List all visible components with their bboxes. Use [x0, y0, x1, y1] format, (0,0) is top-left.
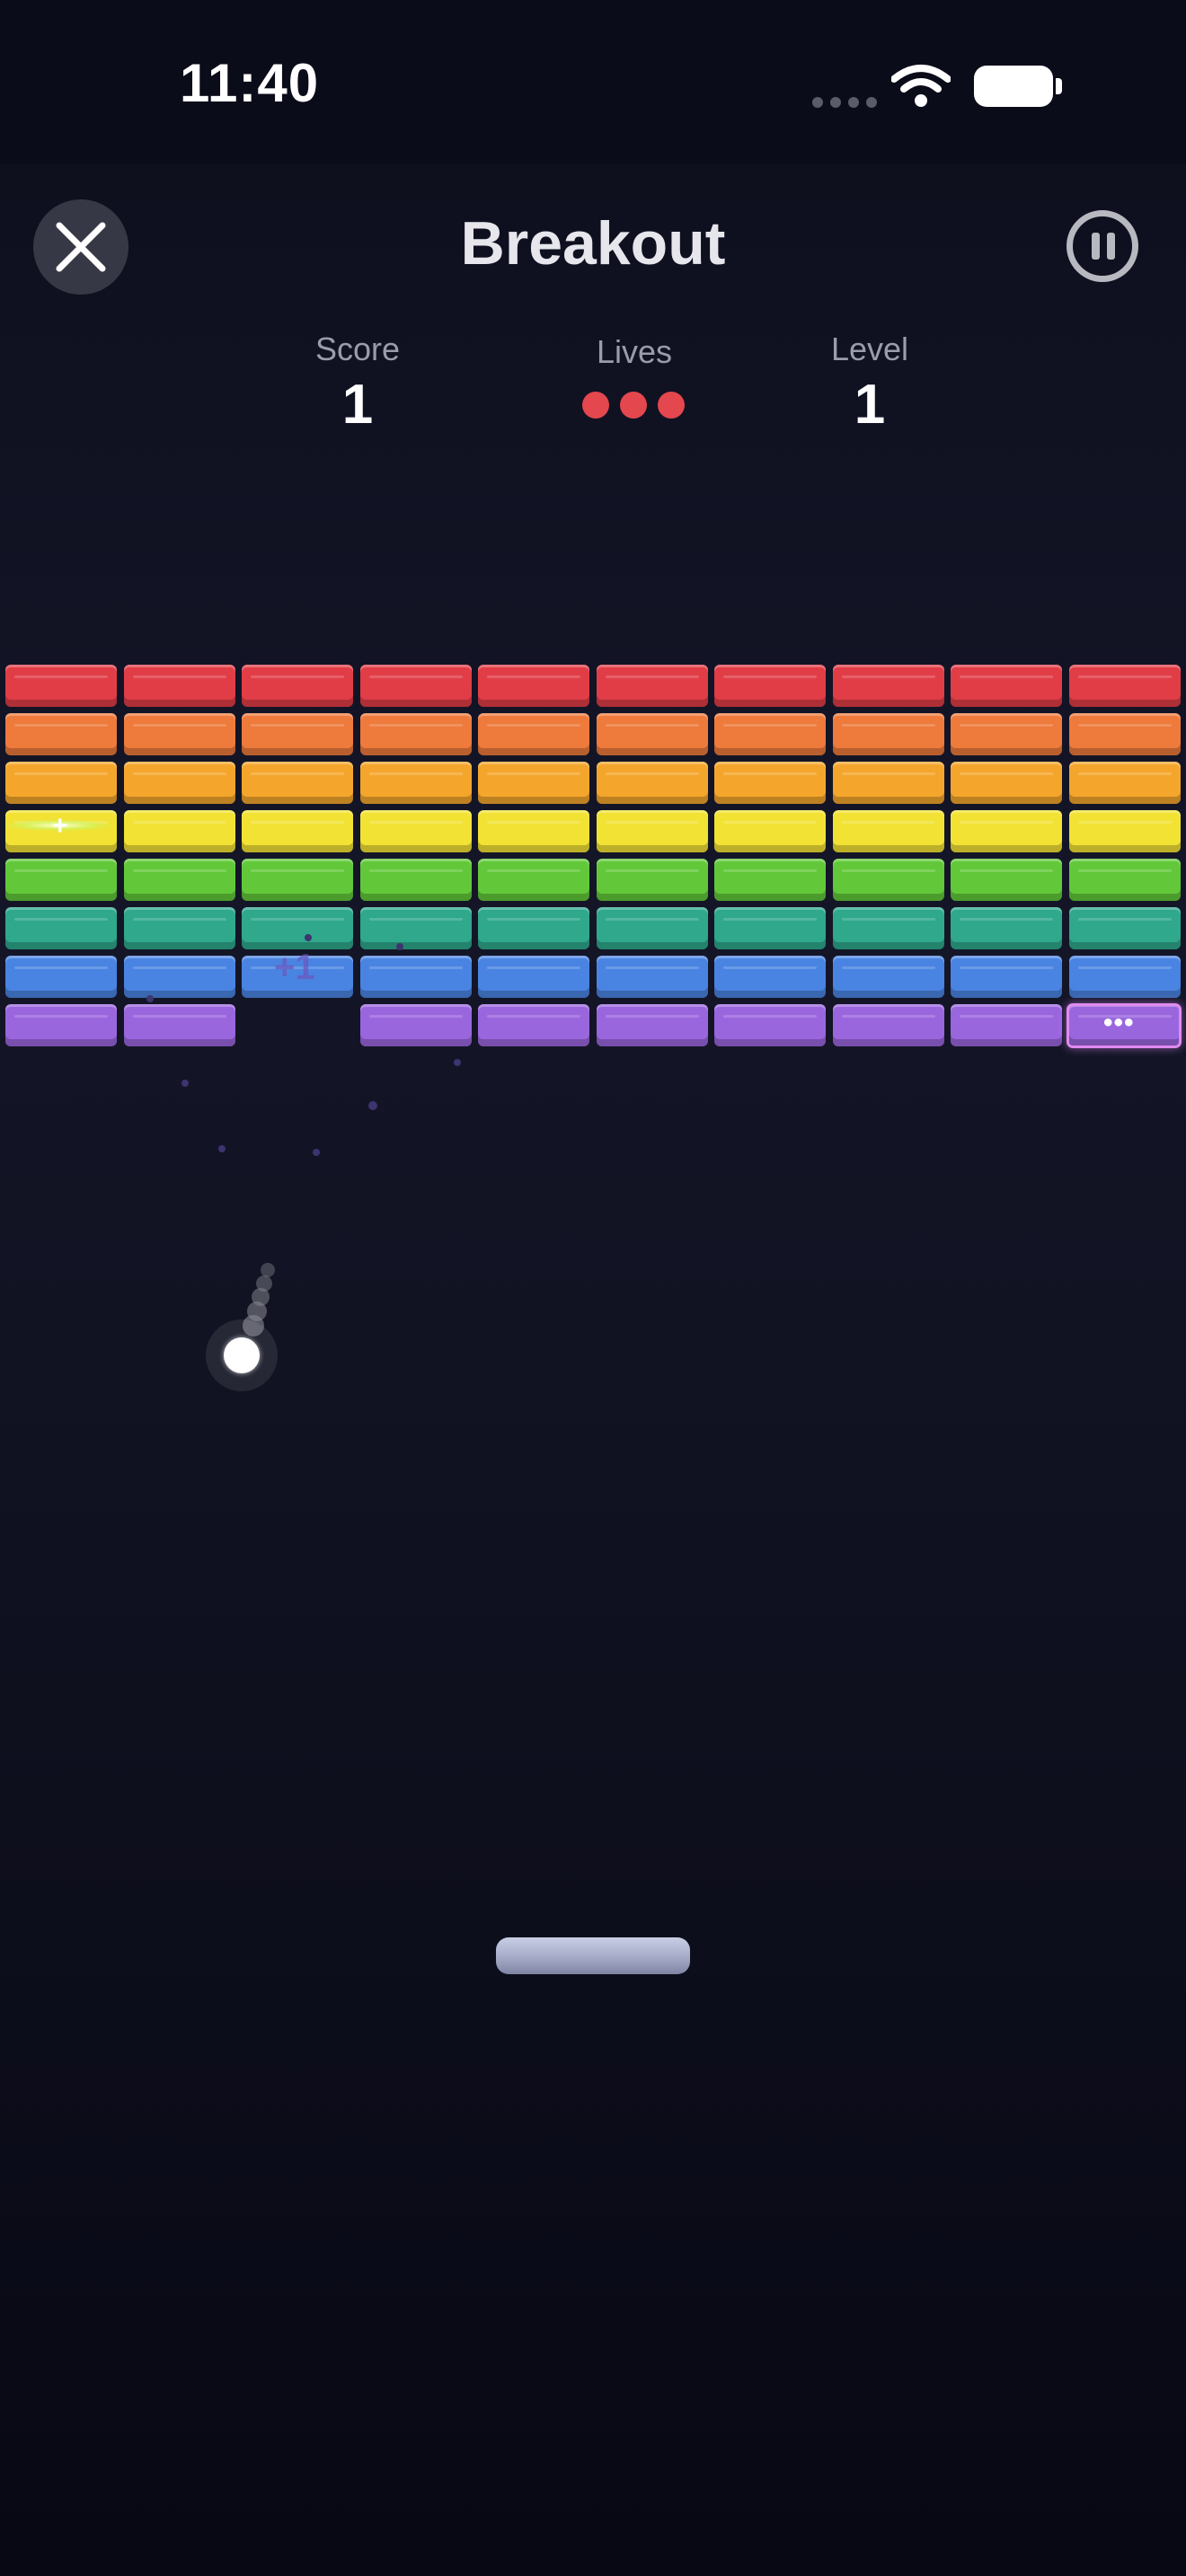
brick — [124, 665, 235, 707]
brick — [714, 859, 826, 901]
brick — [1069, 907, 1181, 949]
brick — [124, 762, 235, 804]
brick — [478, 810, 589, 852]
brick — [597, 907, 708, 949]
floating-score: +1 — [274, 948, 315, 987]
brick — [5, 956, 117, 998]
brick — [242, 713, 353, 755]
brick — [124, 713, 235, 755]
brick — [242, 907, 353, 949]
brick — [833, 762, 944, 804]
particle — [396, 943, 403, 950]
brick — [242, 665, 353, 707]
brick — [360, 859, 472, 901]
brick — [951, 665, 1062, 707]
brick — [833, 907, 944, 949]
brick — [5, 665, 117, 707]
brick — [951, 810, 1062, 852]
particle — [146, 995, 154, 1002]
brick — [124, 810, 235, 852]
brick — [597, 859, 708, 901]
brick — [5, 713, 117, 755]
brick — [478, 713, 589, 755]
brick — [597, 810, 708, 852]
brick — [360, 762, 472, 804]
paddle[interactable] — [496, 1937, 690, 1974]
particle — [305, 934, 312, 941]
brick — [1069, 859, 1181, 901]
brick — [833, 859, 944, 901]
brick — [714, 762, 826, 804]
brick — [360, 713, 472, 755]
brick — [951, 956, 1062, 998]
brick — [597, 956, 708, 998]
brick — [714, 810, 826, 852]
brick — [5, 1004, 117, 1046]
brick — [360, 810, 472, 852]
brick — [951, 762, 1062, 804]
particle — [218, 1145, 226, 1152]
brick — [360, 1004, 472, 1046]
particle — [454, 1059, 461, 1066]
brick — [242, 762, 353, 804]
brick — [242, 810, 353, 852]
ball — [224, 1337, 260, 1373]
brick — [124, 907, 235, 949]
brick — [360, 665, 472, 707]
brick — [478, 859, 589, 901]
brick — [714, 1004, 826, 1046]
brick-field — [0, 0, 1186, 2576]
brick — [597, 713, 708, 755]
brick — [714, 956, 826, 998]
brick — [833, 713, 944, 755]
brick — [242, 859, 353, 901]
brick — [1069, 762, 1181, 804]
particle — [368, 1101, 377, 1110]
brick — [124, 956, 235, 998]
brick — [714, 907, 826, 949]
brick — [833, 665, 944, 707]
brick — [360, 907, 472, 949]
brick — [1069, 713, 1181, 755]
brick — [124, 859, 235, 901]
brick — [478, 665, 589, 707]
brick — [478, 1004, 589, 1046]
brick — [5, 907, 117, 949]
brick — [833, 1004, 944, 1046]
particle — [313, 1149, 320, 1156]
brick — [360, 956, 472, 998]
plus-icon: + — [52, 811, 68, 841]
brick — [5, 762, 117, 804]
brick — [1069, 665, 1181, 707]
multiball-icon: ••• — [1103, 1008, 1135, 1037]
brick — [1069, 810, 1181, 852]
brick — [597, 762, 708, 804]
brick — [714, 665, 826, 707]
brick — [1069, 956, 1181, 998]
brick — [478, 956, 589, 998]
brick — [951, 713, 1062, 755]
brick — [597, 665, 708, 707]
brick — [833, 956, 944, 998]
brick — [714, 713, 826, 755]
brick — [124, 1004, 235, 1046]
brick — [478, 907, 589, 949]
brick — [597, 1004, 708, 1046]
brick — [951, 1004, 1062, 1046]
brick — [951, 859, 1062, 901]
brick — [5, 859, 117, 901]
brick — [951, 907, 1062, 949]
brick — [478, 762, 589, 804]
particle — [181, 1080, 189, 1087]
brick — [833, 810, 944, 852]
